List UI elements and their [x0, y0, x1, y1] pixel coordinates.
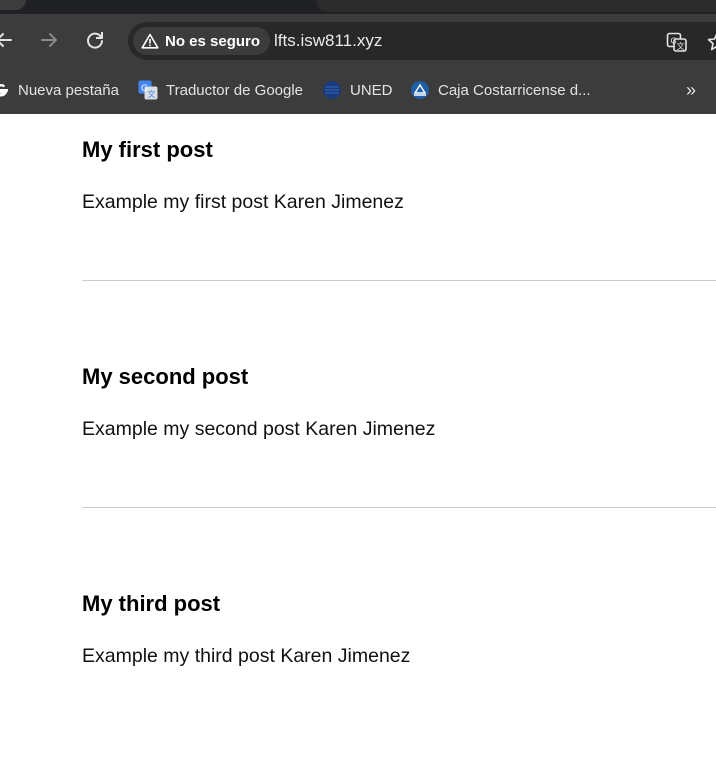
google-icon: [0, 84, 8, 97]
svg-text:文: 文: [148, 89, 156, 99]
arrow-right-icon: [41, 33, 57, 47]
bookmark-star-icon[interactable]: [706, 31, 716, 58]
uned-icon: [323, 81, 341, 99]
warning-icon: [141, 33, 159, 49]
svg-text:文: 文: [677, 41, 685, 51]
bookmark-nueva-pestana[interactable]: Nueva pestaña: [0, 80, 119, 100]
post-title[interactable]: My second post: [82, 363, 435, 391]
post-divider: [82, 280, 716, 281]
post-article: My first post Example my first post Kare…: [82, 136, 404, 214]
post-body: Example my third post Karen Jimenez: [82, 645, 411, 667]
bookmark-traductor[interactable]: G文 Traductor de Google: [138, 80, 303, 100]
arrow-left-icon: [0, 33, 12, 47]
reload-icon: [87, 32, 103, 49]
post-article: My third post Example my third post Kare…: [82, 590, 410, 668]
post-divider: [82, 507, 716, 508]
post-body: Example my first post Karen Jimenez: [82, 191, 404, 213]
bookmark-uned[interactable]: UNED: [322, 80, 393, 100]
browser-chrome: No es seguro lfts.isw811.xyz G文 Nueva pe…: [0, 0, 716, 114]
translate-page-icon[interactable]: G文: [666, 31, 688, 58]
post-article: My second post Example my second post Ka…: [82, 363, 435, 441]
google-translate-icon: G文: [138, 80, 158, 100]
security-chip[interactable]: No es seguro: [133, 27, 271, 55]
active-tab[interactable]: [0, 0, 26, 10]
back-button[interactable]: [0, 28, 16, 52]
tab-strip: [0, 0, 716, 14]
bookmarks-bar: Nueva pestaña G文 Traductor de Google UNE…: [0, 70, 716, 114]
post-body: Example my second post Karen Jimenez: [82, 418, 436, 440]
bookmark-label: Traductor de Google: [166, 81, 304, 99]
browser-toolbar: No es seguro lfts.isw811.xyz G文: [0, 14, 716, 70]
bookmark-label: UNED: [350, 81, 393, 99]
bookmark-label: Nueva pestaña: [18, 81, 119, 99]
bookmark-ccss[interactable]: Caja Costarricense d...: [410, 80, 591, 100]
post-title[interactable]: My first post: [82, 136, 404, 164]
forward-button[interactable]: [37, 28, 61, 52]
more-bookmarks-button[interactable]: »: [686, 80, 696, 101]
bookmark-label: Caja Costarricense d...: [438, 81, 591, 99]
reload-button[interactable]: [83, 28, 107, 52]
address-bar[interactable]: No es seguro lfts.isw811.xyz G文: [128, 22, 716, 60]
tab-strip-area: [316, 0, 716, 12]
security-chip-label: No es seguro: [165, 32, 261, 50]
url-text[interactable]: lfts.isw811.xyz: [274, 31, 382, 51]
post-title[interactable]: My third post: [82, 590, 410, 618]
ccss-icon: [411, 81, 429, 99]
